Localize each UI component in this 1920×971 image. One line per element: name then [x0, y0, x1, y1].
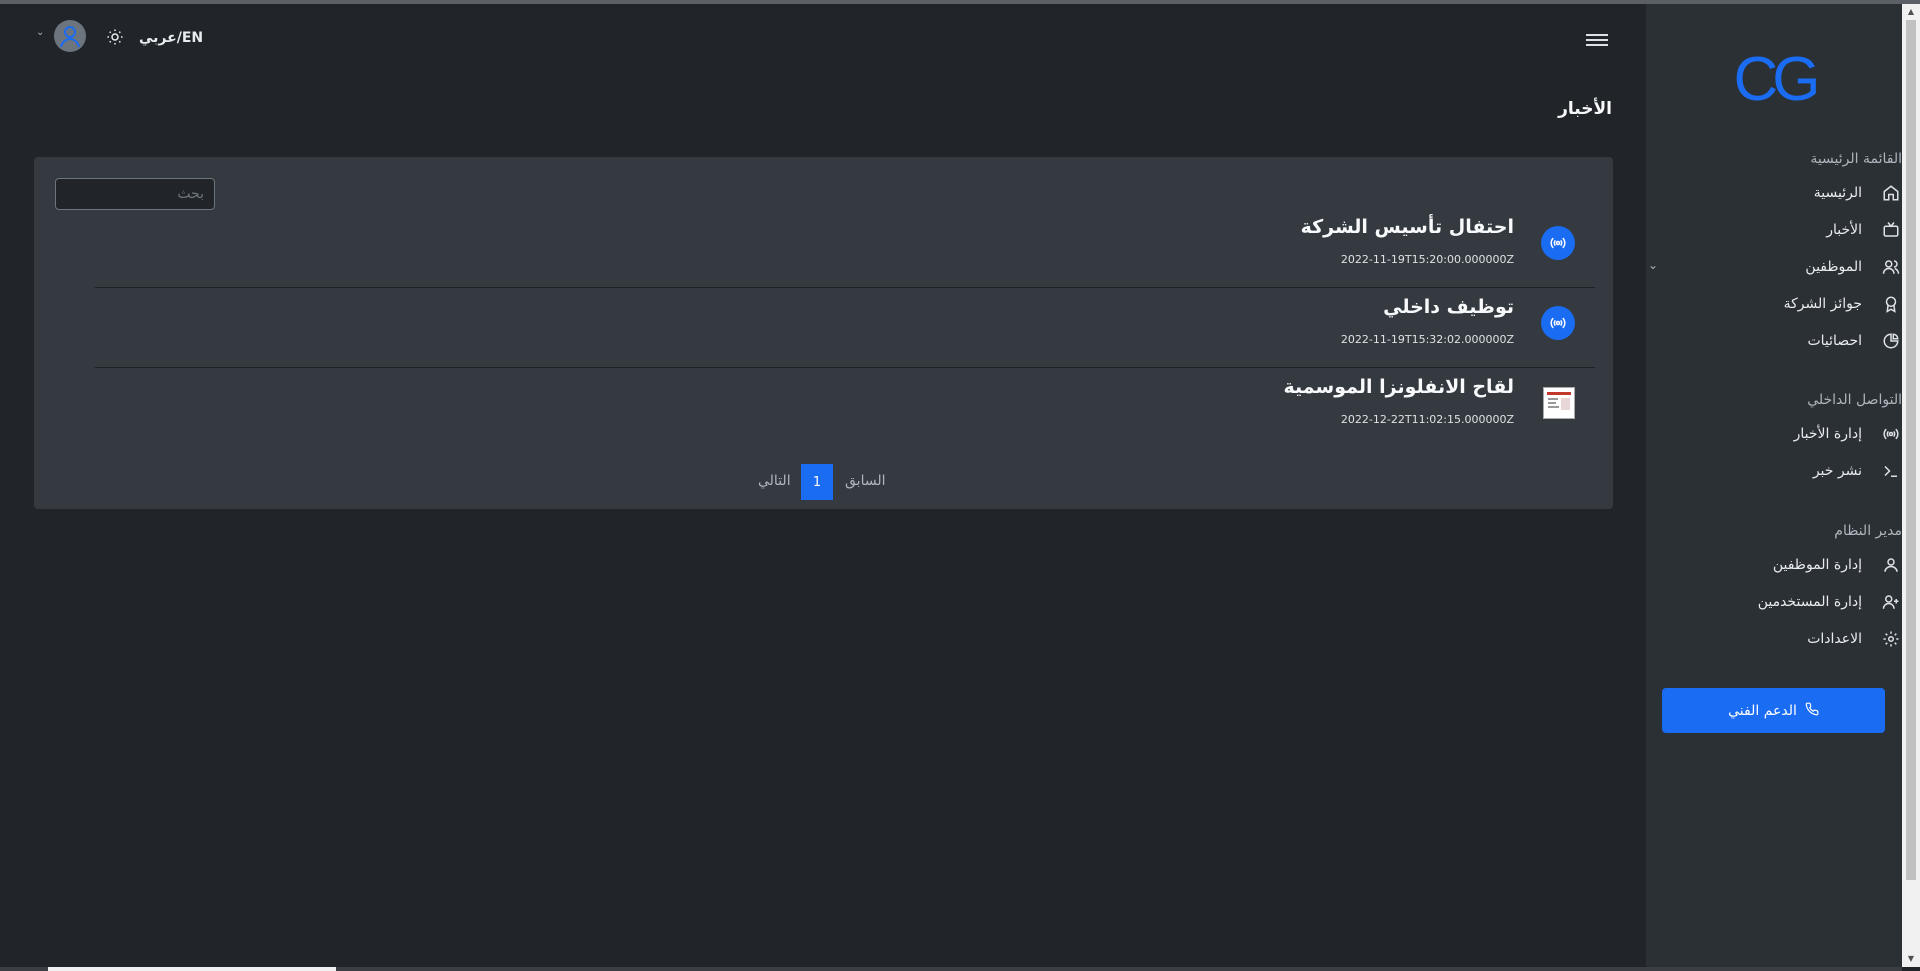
sidebar-item-label: نشر خبر	[1812, 463, 1862, 479]
sun-icon[interactable]	[106, 28, 124, 46]
sidebar-item-label: إدارة الموظفين	[1772, 557, 1862, 573]
sidebar-item-awards[interactable]: جوائز الشركة	[1646, 289, 1902, 323]
sidebar-item-settings[interactable]: الاعدادات	[1646, 624, 1902, 658]
users-icon	[1882, 258, 1902, 278]
news-title[interactable]: احتفال تأسيس الشركة	[1301, 216, 1514, 238]
news-item[interactable]: توظيف داخلي 2022-11-19T15:32:02.000000Z	[95, 287, 1595, 368]
logo[interactable]: CG	[1646, 44, 1902, 115]
section-title-main: القائمة الرئيسية	[1810, 151, 1902, 167]
phone-icon	[1805, 702, 1819, 720]
sidebar-item-employees[interactable]: الموظفين ⌄	[1646, 252, 1902, 286]
home-icon	[1882, 184, 1902, 204]
sidebar-item-publish-news[interactable]: نشر خبر	[1646, 456, 1902, 490]
sidebar-item-label: إدارة الأخبار	[1793, 426, 1862, 442]
tv-icon	[1882, 221, 1902, 241]
news-date: 2022-11-19T15:20:00.000000Z	[1340, 253, 1514, 266]
sidebar-item-label: إدارة المستخدمين	[1757, 594, 1862, 610]
support-button-label: الدعم الفني	[1728, 702, 1797, 719]
chevron-down-icon[interactable]: ⌄	[1648, 258, 1658, 272]
sidebar-item-manage-employees[interactable]: إدارة الموظفين	[1646, 550, 1902, 584]
terminal-icon	[1882, 462, 1902, 482]
news-item[interactable]: احتفال تأسيس الشركة 2022-11-19T15:20:00.…	[95, 207, 1595, 288]
scrollbar-thumb[interactable]	[48, 967, 336, 971]
broadcast-icon	[1541, 306, 1575, 340]
pagination-next[interactable]: التالي	[758, 473, 791, 489]
section-title-admin: مدير النظام	[1834, 523, 1902, 539]
avatar[interactable]	[54, 20, 86, 52]
scrollbar-thumb[interactable]	[1906, 20, 1916, 880]
pie-chart-icon	[1882, 332, 1902, 352]
user-plus-icon	[1882, 593, 1902, 613]
sidebar-item-label: الرئيسية	[1813, 185, 1862, 201]
scroll-down-icon[interactable]: ▼	[1902, 951, 1920, 967]
news-item[interactable]: لقاح الانفلونزا الموسمية 2022-12-22T11:0…	[95, 367, 1595, 447]
sidebar-item-home[interactable]: الرئيسية	[1646, 178, 1902, 212]
pagination-page-current[interactable]: 1	[801, 464, 833, 500]
sidebar-item-label: الأخبار	[1826, 222, 1862, 238]
pagination: السابق 1 التالي	[34, 464, 1613, 500]
news-card: احتفال تأسيس الشركة 2022-11-19T15:20:00.…	[34, 157, 1613, 509]
sidebar-item-statistics[interactable]: احصائيات	[1646, 326, 1902, 360]
section-title-internal: التواصل الداخلي	[1807, 392, 1902, 408]
broadcast-icon	[1882, 425, 1902, 445]
user-icon	[1882, 556, 1902, 576]
chevron-down-icon[interactable]: ⌄	[36, 27, 44, 38]
scroll-up-icon[interactable]: ▲	[1902, 4, 1920, 20]
pagination-prev[interactable]: السابق	[845, 473, 885, 489]
news-date: 2022-11-19T15:32:02.000000Z	[1340, 333, 1514, 346]
gear-icon	[1882, 630, 1902, 650]
window-top-border	[0, 0, 1920, 4]
sidebar-item-label: الموظفين	[1805, 259, 1862, 275]
news-title[interactable]: توظيف داخلي	[1383, 296, 1514, 318]
language-toggle[interactable]: عربي/EN	[139, 30, 203, 46]
menu-toggle-icon[interactable]	[1586, 32, 1608, 50]
sidebar-item-label: الاعدادات	[1807, 631, 1862, 647]
support-button[interactable]: الدعم الفني	[1662, 688, 1885, 733]
broadcast-icon	[1541, 226, 1575, 260]
page-title: الأخبار	[1558, 99, 1612, 119]
search-input[interactable]	[55, 178, 215, 210]
sidebar: CG القائمة الرئيسية الرئيسية الأخبار الم…	[1646, 4, 1902, 967]
sidebar-item-label: احصائيات	[1807, 333, 1862, 349]
sidebar-item-label: جوائز الشركة	[1783, 296, 1862, 312]
horizontal-scrollbar[interactable]	[0, 967, 1902, 971]
sidebar-item-manage-news[interactable]: إدارة الأخبار	[1646, 419, 1902, 453]
news-title[interactable]: لقاح الانفلونزا الموسمية	[1284, 376, 1514, 398]
news-thumbnail-image	[1543, 387, 1575, 419]
sidebar-item-news[interactable]: الأخبار	[1646, 215, 1902, 249]
news-date: 2022-12-22T11:02:15.000000Z	[1340, 413, 1514, 426]
award-icon	[1882, 295, 1902, 315]
sidebar-item-manage-users[interactable]: إدارة المستخدمين	[1646, 587, 1902, 621]
vertical-scrollbar[interactable]: ▲ ▼	[1902, 4, 1920, 967]
